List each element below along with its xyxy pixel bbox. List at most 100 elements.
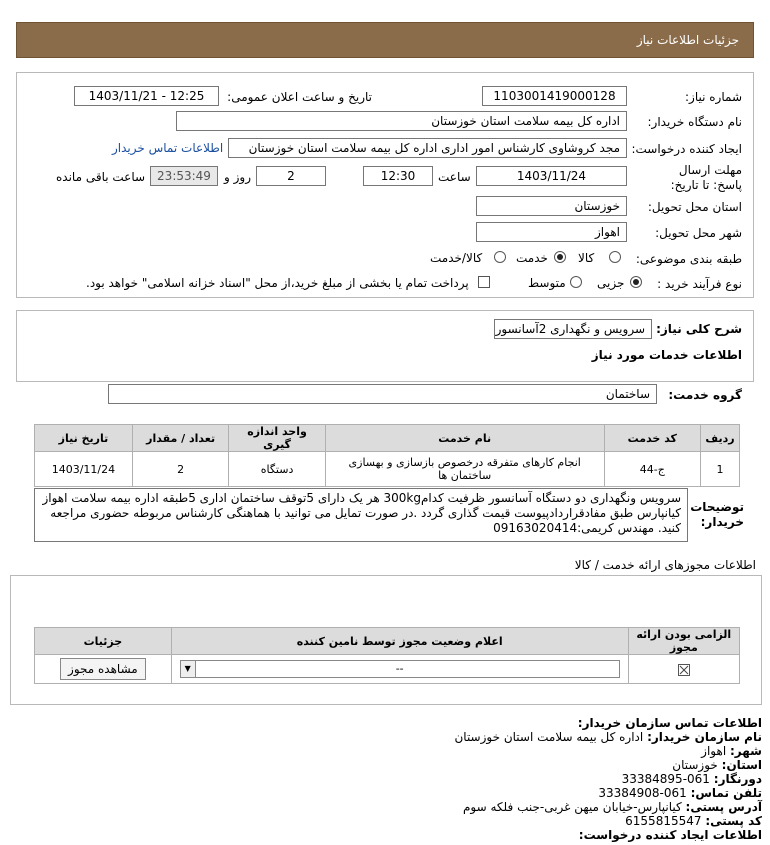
contact-org-label: نام سازمان خریدار: xyxy=(647,730,762,744)
col-qty: تعداد / مقدار xyxy=(131,424,230,452)
table-row: -- ▼ مشاهده مجوز xyxy=(34,654,741,684)
deadline-label: مهلت ارسال پاسخ: تا تاریخ: xyxy=(666,163,742,193)
category-goods-label: کالا xyxy=(578,251,595,265)
deadline-date-field: 1403/11/24 xyxy=(476,166,627,186)
summary-label: شرح کلی نیاز: xyxy=(656,322,742,336)
col-permit-details: جزئیات xyxy=(34,627,172,655)
contact-city-label: شهر: xyxy=(730,744,762,758)
services-table: ردیف کد خدمت نام خدمت واحد اندازه گیری ت… xyxy=(34,424,740,487)
services-info-title: اطلاعات خدمات مورد نیاز xyxy=(591,348,742,362)
contact-address-label: آدرس پستی: xyxy=(685,800,762,814)
category-radio-goods[interactable] xyxy=(609,251,621,263)
permit-status-select[interactable]: -- ▼ xyxy=(179,660,620,678)
buyer-desc-label-text: توضیحات خریدار: xyxy=(690,500,744,529)
chevron-down-icon: ▼ xyxy=(180,661,196,677)
permits-title: اطلاعات مجوزهای ارائه خدمت / کالا xyxy=(574,558,756,572)
city-label: شهر محل تحویل: xyxy=(655,226,742,240)
contact-province-value: خوزستان xyxy=(672,758,718,772)
permit-required-checkbox xyxy=(677,663,690,676)
buyer-desc-box: سرویس ونگهداری دو دستگاه آسانسور ظرفیت ک… xyxy=(34,488,688,542)
contact-fax-line: دورنگار: 061-33384895 xyxy=(622,772,762,786)
col-date: تاریخ نیاز xyxy=(34,424,133,452)
cell-permit-details: مشاهده مجوز xyxy=(34,654,172,684)
contact-title: اطلاعات تماس سازمان خریدار: xyxy=(577,716,762,730)
payment-note: پرداخت تمام یا بخشی از مبلغ خرید،از محل … xyxy=(86,276,469,290)
cell-permit-status: -- ▼ xyxy=(170,654,629,684)
creator-field: مجد کروشاوی کارشناس امور اداری اداره کل … xyxy=(228,138,627,158)
summary-field: سرویس و نگهداری 2آسانسور xyxy=(494,319,652,339)
contact-org-value: اداره کل بیمه سلامت استان خوزستان xyxy=(454,730,644,744)
need-number-field: 1103001419000128 xyxy=(482,86,627,106)
page-title: جزئیات اطلاعات نیاز xyxy=(636,33,739,47)
process-partial-label: جزیی xyxy=(597,276,625,290)
province-field: خوزستان xyxy=(476,196,627,216)
contact-province-label: استان: xyxy=(721,758,762,772)
category-service-label: خدمت xyxy=(516,251,548,265)
creator-label: ایجاد کننده درخواست: xyxy=(631,142,742,156)
permits-table: الزامی بودن ارائه مجوز اعلام وضعیت مجوز … xyxy=(34,627,741,684)
contact-fax-label: دورنگار: xyxy=(713,772,762,786)
cross-icon xyxy=(679,665,689,674)
col-name: نام خدمت xyxy=(324,424,605,452)
city-field: اهواز xyxy=(476,222,627,242)
process-label: نوع فرآیند خرید : xyxy=(657,277,742,291)
contact-city-line: شهر: اهواز xyxy=(701,744,762,758)
days-label: روز و xyxy=(224,170,251,184)
col-row: ردیف xyxy=(700,424,740,452)
buyer-org-field: اداره کل بیمه سلامت استان خوزستان xyxy=(176,111,627,131)
contact-buyer-link[interactable]: اطلاعات تماس خریدار xyxy=(112,141,223,155)
cell-code: ج-44 xyxy=(603,451,702,487)
contact-province-line: استان: خوزستان xyxy=(672,758,762,772)
buyer-desc-label: توضیحات خریدار: xyxy=(690,500,744,530)
contact-phone-label: تلفن تماس: xyxy=(690,786,762,800)
cell-qty: 2 xyxy=(131,451,230,487)
col-permit-required: الزامی بودن ارائه مجوز xyxy=(627,627,741,655)
remaining-label: ساعت باقی مانده xyxy=(56,170,146,184)
contact-postal-value: 6155815547 xyxy=(625,814,702,828)
table-row: 1 ج-44 انجام کارهای متفرقه درخصوص بازساز… xyxy=(34,451,740,487)
province-label: استان محل تحویل: xyxy=(647,200,742,214)
permits-table-header: الزامی بودن ارائه مجوز اعلام وضعیت مجوز … xyxy=(34,627,741,655)
process-medium-label: متوسط xyxy=(528,276,566,290)
cell-unit: دستگاه xyxy=(228,451,326,487)
cell-row: 1 xyxy=(700,451,740,487)
need-number-label: شماره نیاز: xyxy=(685,90,742,104)
col-unit: واحد اندازه گیری xyxy=(228,424,326,452)
announce-field: 1403/11/21 - 12:25 xyxy=(74,86,219,106)
service-group-field: ساختمان xyxy=(108,384,657,404)
deadline-label-text: مهلت ارسال پاسخ: تا تاریخ: xyxy=(670,163,742,192)
contact-phone-value: 061-33384908 xyxy=(598,786,687,800)
category-label: طبقه بندی موضوعی: xyxy=(635,252,742,266)
col-permit-status: اعلام وضعیت مجوز توسط نامین کننده xyxy=(170,627,629,655)
days-field: 2 xyxy=(256,166,326,186)
cell-permit-required xyxy=(627,654,741,684)
process-radio-medium[interactable] xyxy=(570,276,582,288)
contact-phone-line: تلفن تماس: 061-33384908 xyxy=(598,786,762,800)
category-radio-service[interactable] xyxy=(554,251,566,263)
cell-name: انجام کارهای متفرقه درخصوص بازسازی و بهس… xyxy=(324,451,605,487)
announce-label: تاریخ و ساعت اعلان عمومی: xyxy=(227,90,372,104)
treasury-payment-checkbox[interactable] xyxy=(478,276,490,288)
deadline-time-label: ساعت xyxy=(438,170,471,184)
category-goods-service-label: کالا/خدمت xyxy=(430,251,483,265)
contact-city-value: اهواز xyxy=(701,744,727,758)
contact-postal-label: کد پستی: xyxy=(705,814,762,828)
contact-org-line: نام سازمان خریدار: اداره کل بیمه سلامت ا… xyxy=(454,730,762,744)
col-code: کد خدمت xyxy=(603,424,702,452)
creator-info-title: اطلاعات ایجاد کننده درخواست: xyxy=(578,828,762,842)
remaining-time-field: 23:53:49 xyxy=(150,166,218,186)
page-header: جزئیات اطلاعات نیاز xyxy=(16,22,754,58)
buyer-org-label: نام دستگاه خریدار: xyxy=(647,115,743,129)
process-radio-partial[interactable] xyxy=(630,276,642,288)
deadline-time-field: 12:30 xyxy=(363,166,433,186)
category-radio-goods-service[interactable] xyxy=(494,251,506,263)
contact-fax-value: 061-33384895 xyxy=(621,772,710,786)
contact-postal-line: کد پستی: 6155815547 xyxy=(625,814,762,828)
services-table-header: ردیف کد خدمت نام خدمت واحد اندازه گیری ت… xyxy=(34,424,740,452)
contact-address-value: کیانپارس-خیابان میهن غربی-جنب فلکه سوم xyxy=(462,800,682,814)
permit-status-value: -- xyxy=(395,662,404,675)
cell-date: 1403/11/24 xyxy=(34,451,133,487)
view-permit-button[interactable]: مشاهده مجوز xyxy=(59,658,146,680)
service-group-label: گروه خدمت: xyxy=(668,388,742,402)
contact-address-line: آدرس پستی: کیانپارس-خیابان میهن غربی-جنب… xyxy=(463,800,762,814)
